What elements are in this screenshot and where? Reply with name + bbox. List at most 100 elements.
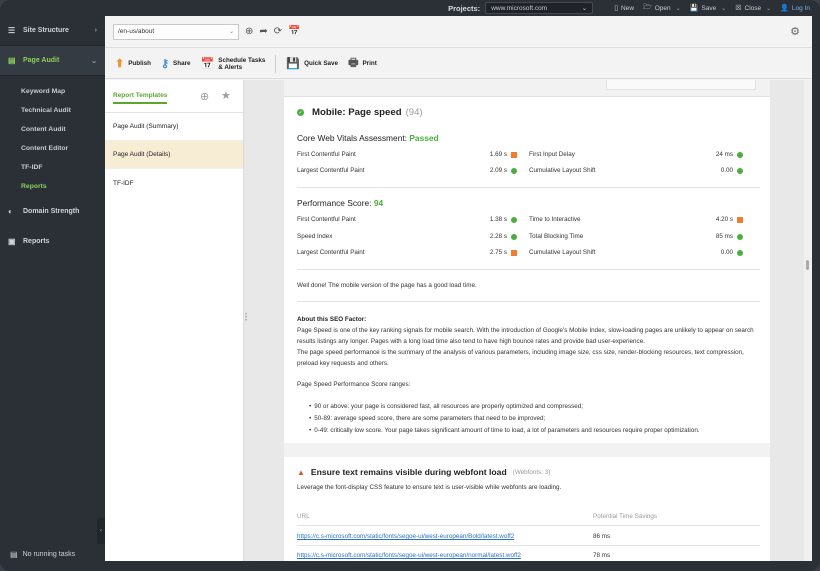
calendar-icon[interactable]: 📅 — [288, 26, 300, 37]
performance-label: Performance Score: — [297, 198, 372, 208]
good-dot-icon — [737, 168, 743, 174]
nav-site-structure-label: Site Structure — [23, 27, 69, 34]
metric-name: First Contentful Paint — [297, 216, 356, 223]
divider — [297, 545, 760, 546]
list-icon: ☰ — [8, 26, 16, 35]
webfont-heading: ▲ Ensure text remains visible during web… — [297, 467, 760, 477]
vertical-scrollbar[interactable] — [804, 80, 812, 561]
login-label: Log In — [791, 4, 810, 12]
print-label: Print — [362, 60, 377, 67]
share-label: Share — [173, 60, 191, 67]
nav-domain-strength[interactable]: ◐ Domain Strength — [0, 196, 105, 226]
about-paragraph: Page Speed is one of the key ranking sig… — [297, 327, 754, 345]
template-item-selected[interactable]: Page Audit (Details) — [105, 141, 243, 169]
webfont-title: Ensure text remains visible during webfo… — [310, 467, 507, 477]
report-viewport: ✓ Mobile: Page speed (94) Core Web Vital… — [249, 80, 812, 561]
projects-label: Projects: — [448, 3, 481, 13]
url-link[interactable]: https://c.s-microsoft.com/static/fonts/s… — [297, 533, 514, 540]
savings-value: 86 ms — [593, 533, 611, 540]
projects-dropdown[interactable]: www.microsoft.com ⌄ — [485, 2, 594, 14]
metric-value: 1.38 s — [489, 216, 507, 223]
save-icon: 💾 — [689, 5, 699, 12]
star-icon[interactable]: ★ — [221, 89, 231, 102]
metric-row: Largest Contentful Paint 2.09 s Cumulati… — [297, 167, 757, 183]
share-arrow-icon[interactable]: ➦ — [259, 26, 267, 37]
nav-content-editor[interactable]: Content Editor — [0, 139, 105, 158]
schedule-label-line1: Schedule Tasks — [218, 56, 266, 64]
divider — [297, 525, 760, 526]
good-load-message: Well done! The mobile version of the pag… — [297, 282, 477, 289]
performance-score: 94 — [373, 198, 384, 208]
col-url: URL — [297, 513, 310, 520]
publish-icon: ⬆ — [115, 58, 125, 70]
good-dot-icon — [511, 234, 517, 240]
metric-name: Largest Contentful Paint — [297, 167, 365, 174]
check-icon: ✓ — [297, 109, 304, 116]
warning-triangle-icon: ▲ — [297, 467, 305, 477]
close-label: Close — [744, 4, 762, 12]
nav-keyword-map[interactable]: Keyword Map — [0, 82, 105, 101]
chevron-down-icon: ⌄ — [228, 29, 234, 35]
save-label: Save — [701, 4, 717, 12]
list-item: 50-89: average speed score, there are so… — [309, 413, 759, 425]
nav-reports[interactable]: ▣ Reports — [0, 226, 105, 256]
metric-value: 0.00 — [720, 249, 733, 256]
share-button[interactable]: ⚷ Share — [161, 57, 191, 70]
nav-site-structure[interactable]: ☰ Site Structure › — [0, 16, 105, 46]
new-button[interactable]: ▯ New — [614, 4, 634, 13]
collapse-nav-button[interactable]: ‹ — [97, 518, 105, 544]
task-status[interactable]: ▤ No running tasks — [10, 550, 75, 559]
schedule-icon: 📅 — [200, 58, 215, 70]
quick-save-label: Quick Save — [304, 60, 339, 67]
tasks-icon: ▤ — [10, 550, 18, 559]
table-row: https://c.s-microsoft.com/static/fonts/s… — [297, 552, 760, 559]
about-paragraph: The page speed performance is the summar… — [297, 349, 744, 367]
templates-header: Report Templates ⊕ ★ — [105, 80, 243, 113]
metric-name: First Contentful Paint — [297, 151, 356, 158]
url-link[interactable]: https://c.s-microsoft.com/static/fonts/s… — [297, 552, 521, 559]
left-nav: ☰ Site Structure › ▤ Page Audit ⌄ Keywor… — [0, 16, 105, 571]
task-status-label: No running tasks — [22, 551, 76, 558]
refresh-icon[interactable]: ⟳ — [274, 26, 282, 37]
url-input[interactable]: /en-us/about ⌄ — [113, 23, 239, 40]
gauge-icon: ◐ — [8, 206, 13, 216]
nav-page-audit[interactable]: ▤ Page Audit ⌄ — [0, 46, 105, 76]
scrollbar-thumb[interactable] — [806, 260, 809, 270]
save-button[interactable]: 💾 Save ⌄ — [689, 4, 727, 13]
app-window: Projects: www.microsoft.com ⌄ ▯ New 🗁 Op… — [0, 0, 820, 571]
nav-reports-sub[interactable]: Reports — [0, 177, 105, 196]
close-box-icon: ☒ — [735, 5, 742, 12]
webfont-description: Leverage the font-display CSS feature to… — [297, 484, 562, 491]
divider — [297, 187, 760, 188]
about-title: About this SEO Factor: — [297, 316, 367, 323]
gear-icon[interactable]: ⚙ — [790, 25, 800, 38]
good-dot-icon — [737, 152, 743, 158]
projects-value: www.microsoft.com — [491, 4, 548, 12]
quick-save-button[interactable]: 💾 Quick Save — [286, 57, 338, 70]
open-button[interactable]: 🗁 Open ⌄ — [643, 3, 681, 14]
add-template-icon[interactable]: ⊕ — [200, 90, 209, 103]
metric-value: 4.20 s — [715, 216, 733, 223]
schedule-tasks-button[interactable]: 📅 Schedule Tasks & Alerts — [201, 57, 266, 71]
share-icon: ⚷ — [160, 58, 170, 70]
nav-technical-audit[interactable]: Technical Audit — [0, 101, 105, 120]
schedule-label-line2: & Alerts — [218, 63, 243, 71]
ranges-list: 90 or above: your page is considered fas… — [309, 401, 759, 436]
metric-value: 2.75 s — [489, 249, 507, 256]
metric-row: First Contentful Paint 1.69 s First Inpu… — [297, 151, 757, 167]
open-label: Open — [654, 4, 671, 12]
mobile-speed-count: (94) — [405, 107, 423, 118]
metric-name: Speed Index — [297, 233, 333, 240]
login-button[interactable]: 👤 Log In — [780, 4, 810, 13]
templates-tab[interactable]: Report Templates — [113, 92, 168, 104]
publish-button[interactable]: ⬆ Publish — [115, 57, 151, 70]
template-item[interactable]: TF-IDF — [105, 169, 243, 197]
print-button[interactable]: 🖶 Print — [348, 54, 377, 73]
warning-square-icon — [511, 250, 517, 256]
report-page: ✓ Mobile: Page speed (94) Core Web Vital… — [284, 80, 770, 561]
add-circle-icon[interactable]: ⊕ — [245, 26, 253, 37]
template-item[interactable]: Page Audit (Summary) — [105, 113, 243, 141]
nav-content-audit[interactable]: Content Audit — [0, 120, 105, 139]
nav-tf-idf[interactable]: TF-IDF — [0, 158, 105, 177]
close-button[interactable]: ☒ Close ⌄ — [735, 4, 771, 13]
